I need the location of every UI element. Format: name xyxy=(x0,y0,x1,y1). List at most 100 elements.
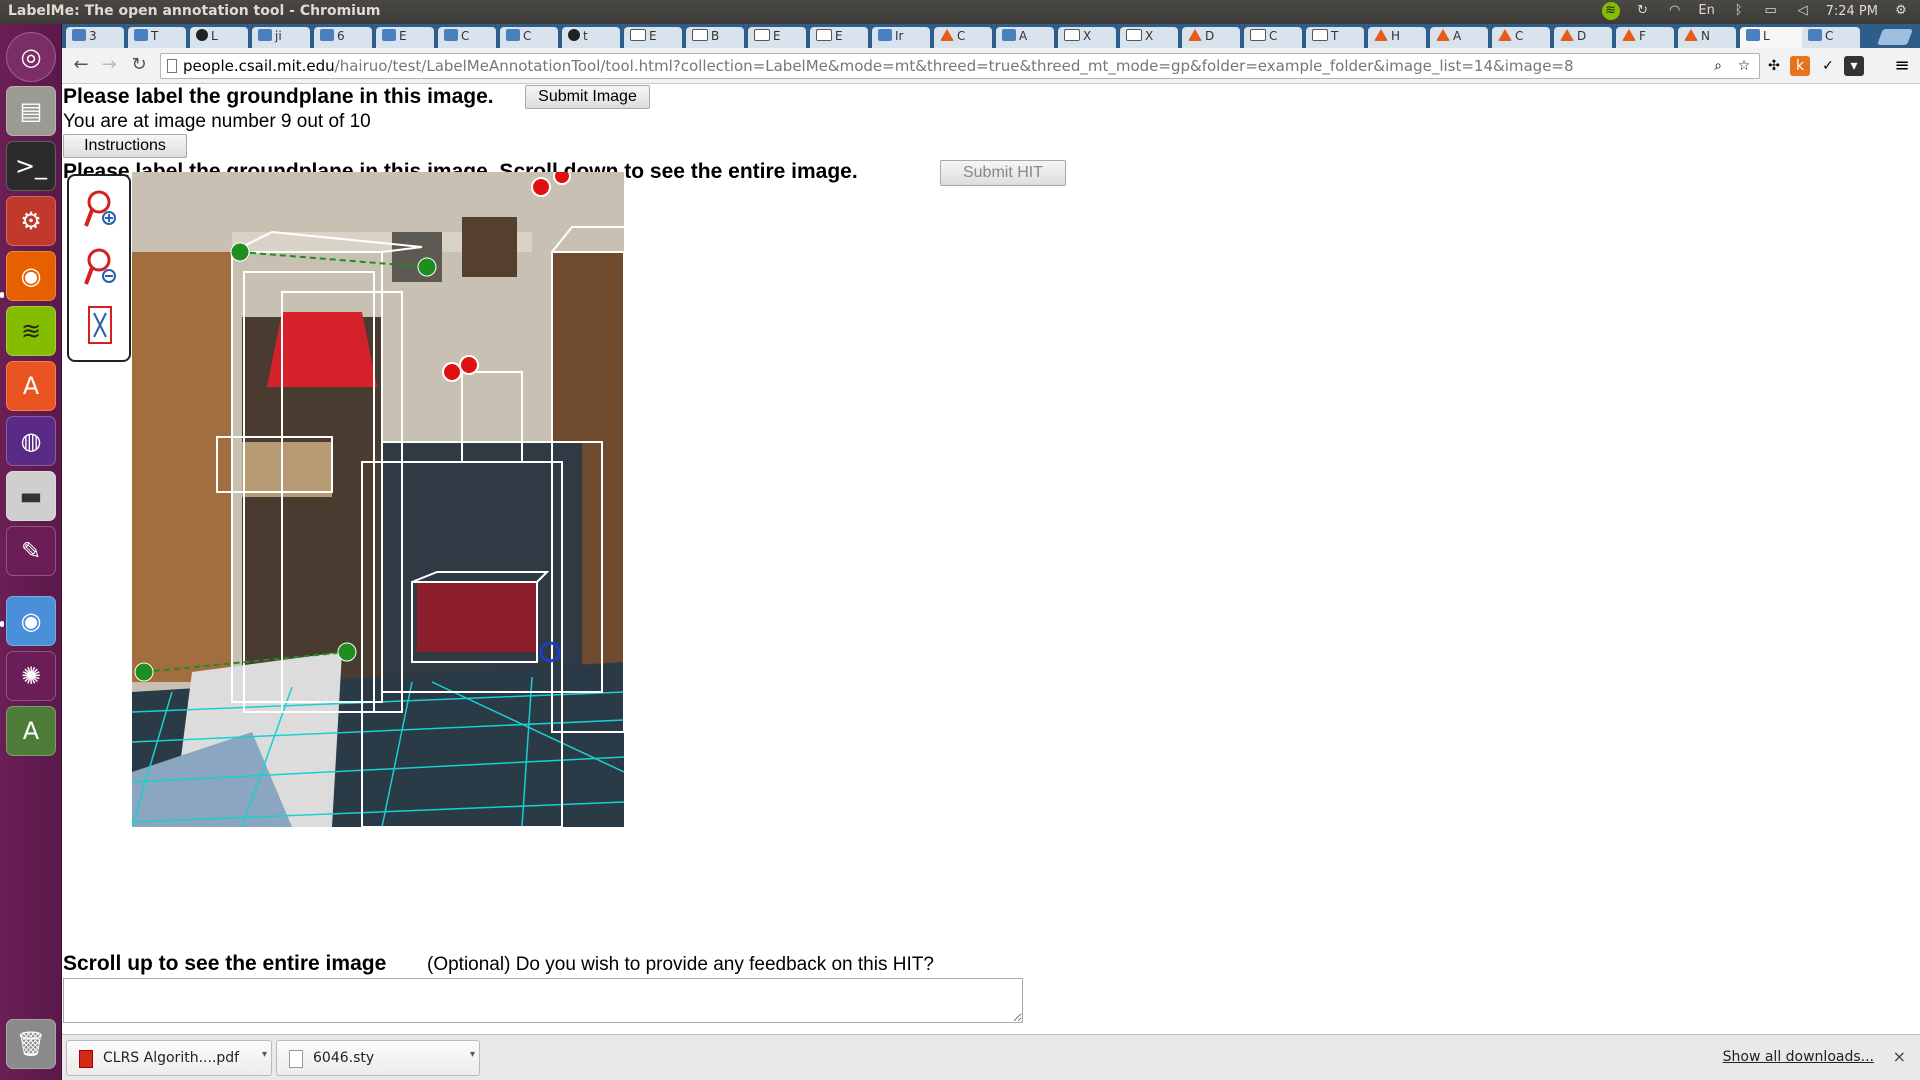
browser-tab[interactable]: C xyxy=(1802,27,1860,48)
download-item[interactable]: 6046.sty ▾ xyxy=(276,1040,480,1076)
browser-tab[interactable]: T xyxy=(128,27,186,48)
trash-icon[interactable]: 🗑 xyxy=(6,1019,56,1069)
red-control-point[interactable] xyxy=(459,355,479,375)
green-control-point[interactable] xyxy=(337,642,357,662)
download-filename: CLRS Algorith....pdf xyxy=(103,1050,240,1066)
browser-tab[interactable]: D xyxy=(1182,27,1240,48)
download-shelf: CLRS Algorith....pdf ▾ 6046.sty ▾ Show a… xyxy=(62,1034,1920,1080)
red-control-point[interactable] xyxy=(531,177,551,197)
tab-label: C xyxy=(1515,29,1524,43)
tab-favicon-icon xyxy=(816,29,832,41)
download-menu-icon[interactable]: ▾ xyxy=(470,1049,475,1060)
files-icon[interactable]: ▤ xyxy=(6,86,56,136)
terminal-icon[interactable]: >_ xyxy=(6,141,56,191)
green-control-point[interactable] xyxy=(417,257,437,277)
extension-check-icon[interactable]: ✓ xyxy=(1818,56,1838,76)
clock[interactable]: 7:24 PM xyxy=(1826,4,1878,19)
new-tab-button[interactable] xyxy=(1877,29,1913,45)
bluetooth-icon[interactable]: ᛒ xyxy=(1730,2,1748,20)
browser-tab[interactable]: C xyxy=(1244,27,1302,48)
software-center-icon[interactable]: A xyxy=(6,361,56,411)
browser-tab[interactable]: t xyxy=(562,27,620,48)
browser-tab[interactable]: 3 xyxy=(66,27,124,48)
browser-tab[interactable]: 6 xyxy=(314,27,372,48)
submit-hit-button[interactable]: Submit HIT xyxy=(940,160,1066,186)
browser-tab[interactable]: X xyxy=(1058,27,1116,48)
browser-tab[interactable]: D xyxy=(1554,27,1612,48)
shotwell-icon[interactable]: ✺ xyxy=(6,651,56,701)
download-item[interactable]: CLRS Algorith....pdf ▾ xyxy=(66,1040,272,1076)
tab-favicon-icon xyxy=(1374,29,1388,41)
dash-home-icon[interactable]: ◎ xyxy=(6,32,56,82)
update-manager-icon[interactable]: A xyxy=(6,706,56,756)
close-icon[interactable]: × xyxy=(1893,1047,1906,1066)
browser-tab[interactable]: ji xyxy=(252,27,310,48)
forward-icon[interactable]: → xyxy=(98,54,120,76)
media-player-icon[interactable]: ◍ xyxy=(6,416,56,466)
chromium-icon[interactable]: ◉ xyxy=(6,596,56,646)
tab-label: C xyxy=(1825,29,1834,43)
browser-tab[interactable]: C xyxy=(438,27,496,48)
system-tray: ≋ ↻ ◠ En ᛒ ▭ ◁ 7:24 PM ⚙ xyxy=(1601,2,1910,20)
zoom-out-icon[interactable] xyxy=(83,246,117,288)
browser-tab[interactable]: N xyxy=(1678,27,1736,48)
tools-panel xyxy=(67,174,131,362)
browser-tab[interactable]: A xyxy=(1430,27,1488,48)
keyboard-layout[interactable]: En xyxy=(1698,2,1716,20)
browser-tab[interactable]: L xyxy=(190,27,248,48)
red-control-point[interactable] xyxy=(553,172,571,185)
green-control-point[interactable] xyxy=(134,662,154,682)
fit-image-icon[interactable] xyxy=(83,304,117,346)
wifi-icon[interactable]: ◠ xyxy=(1666,2,1684,20)
pocket-icon[interactable]: ▾ xyxy=(1844,56,1864,76)
extension-k-icon[interactable]: k xyxy=(1790,56,1810,76)
menu-icon[interactable]: ≡ xyxy=(1892,56,1912,76)
annotation-image[interactable] xyxy=(132,172,624,827)
annotation-overlay xyxy=(132,172,624,827)
extension-icon[interactable]: ✣ xyxy=(1764,56,1784,76)
download-menu-icon[interactable]: ▾ xyxy=(262,1049,267,1060)
pdf-file-icon xyxy=(79,1050,93,1068)
firefox-icon[interactable]: ◉ xyxy=(6,251,56,301)
browser-tab[interactable]: X xyxy=(1120,27,1178,48)
picture-frame xyxy=(392,232,442,282)
instructions-button[interactable]: Instructions xyxy=(63,134,187,158)
spotify-icon[interactable]: ≋ xyxy=(1601,2,1620,20)
browser-tab[interactable]: T xyxy=(1306,27,1364,48)
paint-icon[interactable]: ✎ xyxy=(6,526,56,576)
browser-tab[interactable]: C xyxy=(1492,27,1550,48)
browser-tab[interactable]: A xyxy=(996,27,1054,48)
browser-tab[interactable]: E xyxy=(810,27,868,48)
browser-tab[interactable]: F xyxy=(1616,27,1674,48)
tab-favicon-icon xyxy=(72,29,86,41)
browser-tab[interactable]: E xyxy=(376,27,434,48)
red-lamp xyxy=(267,312,377,387)
browser-tab[interactable]: E xyxy=(624,27,682,48)
address-bar[interactable]: people.csail.mit.edu/hairuo/test/LabelMe… xyxy=(160,53,1760,79)
spotify-launcher-icon[interactable]: ≋ xyxy=(6,306,56,356)
zoom-icon[interactable]: ⌕ xyxy=(1708,56,1728,76)
sync-icon[interactable]: ↻ xyxy=(1634,2,1652,20)
browser-tab[interactable]: C xyxy=(934,27,992,48)
volume-icon[interactable]: ◁ xyxy=(1794,2,1812,20)
tab-label: C xyxy=(1269,29,1278,43)
back-icon[interactable]: ← xyxy=(70,54,92,76)
red-control-point[interactable] xyxy=(442,362,462,382)
bookmark-star-icon[interactable]: ☆ xyxy=(1734,56,1754,76)
reload-icon[interactable]: ↻ xyxy=(128,54,150,76)
battery-icon[interactable]: ▭ xyxy=(1762,2,1780,20)
show-all-downloads-link[interactable]: Show all downloads... xyxy=(1723,1049,1874,1065)
submit-image-button[interactable]: Submit Image xyxy=(525,85,650,109)
green-control-point[interactable] xyxy=(230,242,250,262)
disk-icon[interactable]: ▬ xyxy=(6,471,56,521)
settings-gear-icon[interactable]: ⚙ xyxy=(1892,2,1910,20)
tab-favicon-icon xyxy=(630,29,646,41)
browser-tab[interactable]: E xyxy=(748,27,806,48)
feedback-textarea[interactable] xyxy=(63,978,1023,1023)
browser-tab[interactable]: B xyxy=(686,27,744,48)
browser-tab[interactable]: Ir xyxy=(872,27,930,48)
zoom-in-icon[interactable] xyxy=(83,188,117,230)
browser-tab[interactable]: H xyxy=(1368,27,1426,48)
browser-tab[interactable]: C xyxy=(500,27,558,48)
system-settings-icon[interactable]: ⚙ xyxy=(6,196,56,246)
